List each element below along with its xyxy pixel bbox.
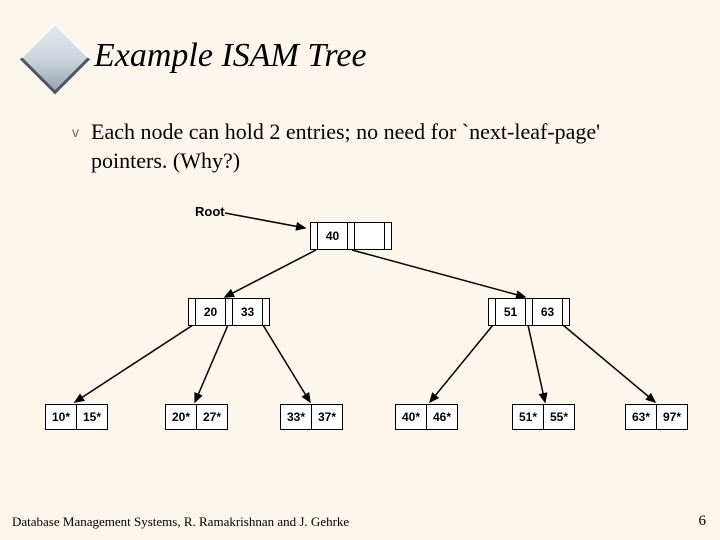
leaf-5-cell-0: 63* bbox=[626, 405, 657, 429]
root-node: 40 bbox=[310, 222, 392, 250]
root-label: Root bbox=[195, 204, 225, 219]
leaf-node-1: 20* 27* bbox=[165, 404, 228, 430]
internal-node-left: 20 33 bbox=[188, 298, 270, 326]
leaf-1-cell-1: 27* bbox=[197, 405, 227, 429]
footer-text: Database Management Systems, R. Ramakris… bbox=[12, 514, 708, 530]
leaf-node-3: 40* 46* bbox=[395, 404, 458, 430]
leaf-0-cell-0: 10* bbox=[46, 405, 77, 429]
bullet-row: v Each node can hold 2 entries; no need … bbox=[72, 118, 680, 175]
internal-node-right: 51 63 bbox=[488, 298, 570, 326]
int-right-key-0: 51 bbox=[496, 299, 526, 325]
int-left-key-0: 20 bbox=[196, 299, 226, 325]
slide: Example ISAM Tree v Each node can hold 2… bbox=[0, 0, 720, 540]
bullet-marker: v bbox=[72, 124, 79, 140]
title-row: Example ISAM Tree bbox=[30, 28, 367, 84]
leaf-0-cell-1: 15* bbox=[77, 405, 107, 429]
leaf-node-5: 63* 97* bbox=[625, 404, 688, 430]
leaf-2-cell-0: 33* bbox=[281, 405, 312, 429]
slide-title: Example ISAM Tree bbox=[94, 37, 367, 75]
leaf-node-4: 51* 55* bbox=[512, 404, 575, 430]
leaf-3-cell-1: 46* bbox=[427, 405, 457, 429]
leaf-4-cell-1: 55* bbox=[544, 405, 574, 429]
int-left-key-1: 33 bbox=[233, 299, 263, 325]
page-number: 6 bbox=[699, 513, 707, 530]
leaf-5-cell-1: 97* bbox=[657, 405, 687, 429]
diamond-icon bbox=[20, 24, 91, 95]
leaf-node-2: 33* 37* bbox=[280, 404, 343, 430]
root-key-0: 40 bbox=[318, 223, 348, 249]
int-right-key-1: 63 bbox=[533, 299, 563, 325]
leaf-3-cell-0: 40* bbox=[396, 405, 427, 429]
leaf-node-0: 10* 15* bbox=[45, 404, 108, 430]
root-key-1 bbox=[355, 223, 385, 249]
bullet-text: Each node can hold 2 entries; no need fo… bbox=[91, 118, 680, 175]
leaf-1-cell-0: 20* bbox=[166, 405, 197, 429]
tree-diagram: Root 40 20 33 51 bbox=[0, 200, 720, 460]
leaf-4-cell-0: 51* bbox=[513, 405, 544, 429]
leaf-2-cell-1: 37* bbox=[312, 405, 342, 429]
